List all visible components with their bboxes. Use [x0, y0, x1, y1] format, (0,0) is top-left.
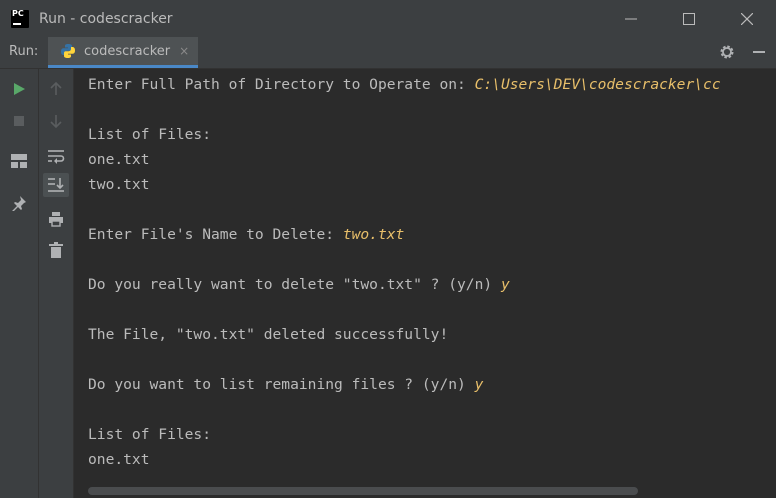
console-line: List of Files: — [88, 426, 212, 443]
tab-codescracker[interactable]: codescracker × — [48, 37, 198, 68]
console-line: List of Files: — [88, 126, 212, 143]
down-arrow-icon[interactable] — [46, 111, 66, 131]
tab-close-icon[interactable]: × — [179, 44, 189, 58]
console-line: Enter File's Name to Delete: two.txt — [88, 226, 405, 243]
horizontal-scrollbar[interactable] — [74, 486, 762, 498]
console-line: one.txt — [88, 451, 150, 468]
soft-wrap-icon[interactable] — [46, 146, 66, 166]
window-title: Run - codescracker — [39, 10, 173, 27]
close-icon — [741, 12, 753, 25]
scroll-to-end-icon[interactable] — [43, 173, 69, 197]
tab-label: codescracker — [84, 43, 171, 59]
minimize-button[interactable] — [602, 0, 660, 37]
trash-icon[interactable] — [46, 240, 66, 260]
close-button[interactable] — [718, 0, 776, 37]
console-line: Do you want to list remaining files ? (y… — [88, 376, 484, 393]
window-controls — [602, 0, 776, 37]
run-actions-toolbar — [0, 69, 39, 498]
console-output[interactable]: Enter Full Path of Directory to Operate … — [74, 69, 762, 487]
pin-icon[interactable] — [9, 193, 29, 213]
stop-icon[interactable] — [9, 111, 29, 131]
minimize-icon — [625, 18, 637, 19]
python-icon — [61, 44, 75, 58]
vertical-scrollbar[interactable] — [762, 69, 776, 487]
console-line: Enter Full Path of Directory to Operate … — [88, 76, 721, 93]
title-bar: PC Run - codescracker — [0, 0, 776, 37]
pycharm-logo-icon: PC — [9, 7, 31, 30]
console-actions-toolbar — [39, 69, 74, 498]
maximize-button[interactable] — [660, 0, 718, 37]
print-icon[interactable] — [46, 209, 66, 229]
user-input: two.txt — [342, 226, 405, 243]
console-line: Do you really want to delete "two.txt" ?… — [88, 276, 510, 293]
user-input: y — [500, 276, 510, 293]
layout-icon[interactable] — [9, 151, 29, 171]
console-line: The File, "two.txt" deleted successfully… — [88, 326, 449, 343]
console-line: two.txt — [88, 176, 150, 193]
user-input: y — [474, 376, 484, 393]
user-input: C:\Users\DEV\codescracker\cc — [474, 76, 721, 93]
run-label: Run: — [9, 44, 39, 59]
gear-icon[interactable] — [718, 43, 736, 61]
console-line: one.txt — [88, 151, 150, 168]
horizontal-scrollbar-thumb[interactable] — [88, 487, 638, 495]
hide-panel-icon[interactable] — [753, 51, 765, 53]
run-icon[interactable] — [9, 79, 29, 99]
run-toolbar: Run: codescracker × — [0, 37, 776, 69]
maximize-icon — [683, 12, 695, 25]
up-arrow-icon[interactable] — [46, 79, 66, 99]
